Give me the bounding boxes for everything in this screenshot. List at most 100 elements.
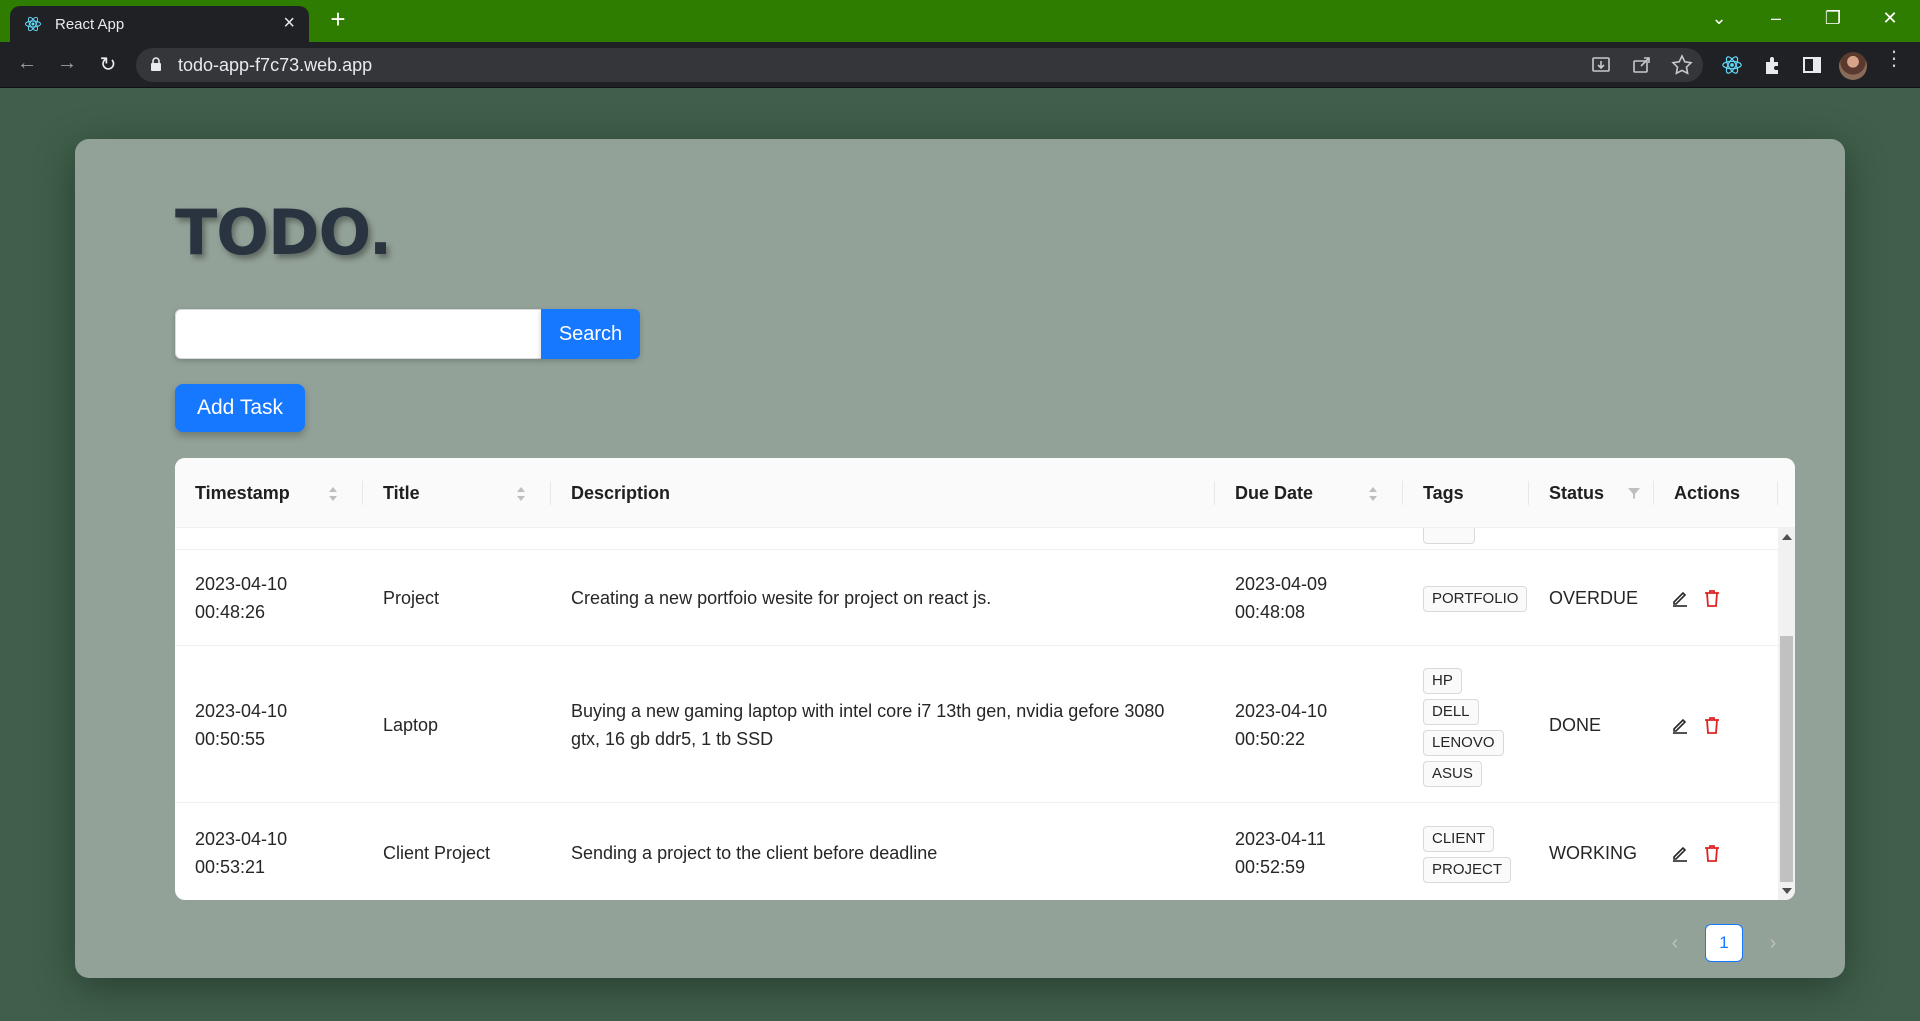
- timestamp-time: 00:50:55: [195, 729, 266, 749]
- tab-title: React App: [55, 16, 125, 33]
- due-time: 00:50:22: [1235, 729, 1306, 749]
- filter-icon[interactable]: [1627, 486, 1641, 500]
- tab-search-icon[interactable]: ⌄: [1699, 8, 1739, 29]
- page-number-button[interactable]: 1: [1705, 924, 1743, 962]
- tags-cell: HP DELL LENOVO ASUS: [1423, 668, 1504, 792]
- timestamp-cell: 2023-04-10 00:53:21: [195, 825, 287, 881]
- tag: ASUS: [1423, 761, 1482, 787]
- column-label: Timestamp: [195, 483, 290, 503]
- timestamp-date: 2023-04-10: [195, 701, 288, 721]
- share-icon[interactable]: [1631, 54, 1653, 76]
- title-cell: Project: [383, 588, 440, 608]
- due-time: 00:52:59: [1235, 857, 1306, 877]
- sort-icon[interactable]: [1367, 484, 1379, 504]
- column-label: Actions: [1674, 483, 1741, 503]
- extensions-icon[interactable]: [1762, 54, 1784, 76]
- close-window-icon[interactable]: ✕: [1870, 8, 1910, 29]
- react-icon: [25, 16, 41, 32]
- back-icon[interactable]: ←: [13, 52, 41, 78]
- column-label: Description: [571, 483, 671, 503]
- sort-icon[interactable]: [327, 484, 339, 504]
- tag-partial: [1423, 528, 1475, 544]
- column-header-description: Description: [551, 458, 1215, 528]
- table-row[interactable]: 2023-04-10 00:48:26 Project Creating a n…: [175, 550, 1778, 646]
- delete-icon[interactable]: [1702, 588, 1722, 608]
- tag: LENOVO: [1423, 730, 1504, 756]
- column-header-title[interactable]: Title: [363, 458, 551, 528]
- column-label: Tags: [1423, 483, 1464, 503]
- table-body: 2023-04-10 00:48:26 Project Creating a n…: [175, 528, 1778, 900]
- timestamp-time: 00:53:21: [195, 857, 266, 877]
- browser-menu-icon[interactable]: ⋮: [1884, 49, 1904, 69]
- page-title: TODO.: [175, 196, 392, 269]
- edit-icon[interactable]: [1670, 843, 1690, 863]
- title-cell: Laptop: [383, 715, 439, 735]
- table-header: Timestamp Title Description Due Date Tag…: [175, 458, 1795, 528]
- minimize-icon[interactable]: –: [1756, 8, 1796, 29]
- browser-tab[interactable]: React App ×: [10, 6, 309, 42]
- timestamp-date: 2023-04-10: [195, 574, 288, 594]
- lock-icon: [151, 57, 161, 71]
- prev-page-icon[interactable]: ‹: [1660, 924, 1690, 962]
- column-divider: [1777, 481, 1778, 505]
- timestamp-date: 2023-04-10: [195, 829, 288, 849]
- status-cell: DONE: [1549, 715, 1602, 735]
- address-bar: ← → ↻ todo-app-f7c73.web.app: [0, 42, 1920, 88]
- scroll-up-arrow-icon[interactable]: [1782, 534, 1792, 540]
- status-cell: WORKING: [1549, 843, 1637, 863]
- column-header-timestamp[interactable]: Timestamp: [175, 458, 363, 528]
- sort-icon[interactable]: [515, 484, 527, 504]
- due-date-cell: 2023-04-09 00:48:08: [1235, 570, 1327, 626]
- reload-icon[interactable]: ↻: [94, 52, 122, 78]
- tasks-table: Timestamp Title Description Due Date Tag…: [175, 458, 1795, 900]
- bookmark-star-icon[interactable]: [1671, 54, 1693, 76]
- due-date-cell: 2023-04-11 00:52:59: [1235, 825, 1326, 881]
- column-header-tags: Tags: [1403, 458, 1529, 528]
- timestamp-cell: 2023-04-10 00:50:55: [195, 697, 287, 753]
- tags-cell: CLIENT PROJECT: [1423, 826, 1512, 888]
- scroll-down-arrow-icon[interactable]: [1782, 888, 1792, 894]
- close-tab-icon[interactable]: ×: [283, 12, 295, 35]
- column-label: Due Date: [1235, 483, 1314, 503]
- table-row-partial: [175, 528, 1778, 550]
- tag: CLIENT: [1423, 826, 1495, 852]
- side-panel-icon[interactable]: [1801, 54, 1823, 76]
- new-tab-icon[interactable]: +: [324, 6, 352, 34]
- column-label: Title: [383, 483, 420, 503]
- tag: DELL: [1423, 699, 1479, 725]
- due-date: 2023-04-09: [1235, 574, 1328, 594]
- restore-icon[interactable]: ❐: [1813, 8, 1853, 29]
- profile-avatar[interactable]: [1839, 52, 1867, 80]
- timestamp-cell: 2023-04-10 00:48:26: [195, 570, 287, 626]
- tags-cell: PORTFOLIO: [1423, 586, 1528, 617]
- edit-icon[interactable]: [1670, 588, 1690, 608]
- scroll-thumb[interactable]: [1780, 636, 1793, 882]
- install-app-icon[interactable]: [1590, 54, 1612, 76]
- search-button[interactable]: Search: [541, 309, 640, 359]
- react-devtools-icon[interactable]: [1721, 54, 1743, 76]
- tag: PROJECT: [1423, 857, 1512, 883]
- column-header-due-date[interactable]: Due Date: [1215, 458, 1403, 528]
- table-row[interactable]: 2023-04-10 00:53:21 Client Project Sendi…: [175, 803, 1778, 900]
- due-time: 00:48:08: [1235, 602, 1306, 622]
- next-page-icon[interactable]: ›: [1758, 924, 1788, 962]
- delete-icon[interactable]: [1702, 843, 1722, 863]
- table-scrollbar[interactable]: [1778, 528, 1795, 900]
- due-date: 2023-04-11: [1235, 829, 1326, 849]
- column-header-status: Status: [1529, 458, 1654, 528]
- table-row[interactable]: 2023-04-10 00:50:55 Laptop Buying a new …: [175, 646, 1778, 803]
- search-input[interactable]: [175, 309, 542, 359]
- forward-icon[interactable]: →: [53, 52, 81, 78]
- due-date-cell: 2023-04-10 00:50:22: [1235, 697, 1327, 753]
- column-header-actions: Actions: [1654, 458, 1778, 528]
- tag: PORTFOLIO: [1423, 586, 1528, 612]
- browser-tab-bar: React App × + ⌄ – ❐ ✕: [0, 0, 1920, 42]
- delete-icon[interactable]: [1702, 715, 1722, 735]
- url-text: todo-app-f7c73.web.app: [178, 55, 373, 75]
- url-field[interactable]: todo-app-f7c73.web.app: [136, 48, 1703, 82]
- column-label: Status: [1549, 483, 1605, 503]
- edit-icon[interactable]: [1670, 715, 1690, 735]
- due-date: 2023-04-10: [1235, 701, 1328, 721]
- add-task-button[interactable]: Add Task: [175, 384, 305, 432]
- tag: HP: [1423, 668, 1462, 694]
